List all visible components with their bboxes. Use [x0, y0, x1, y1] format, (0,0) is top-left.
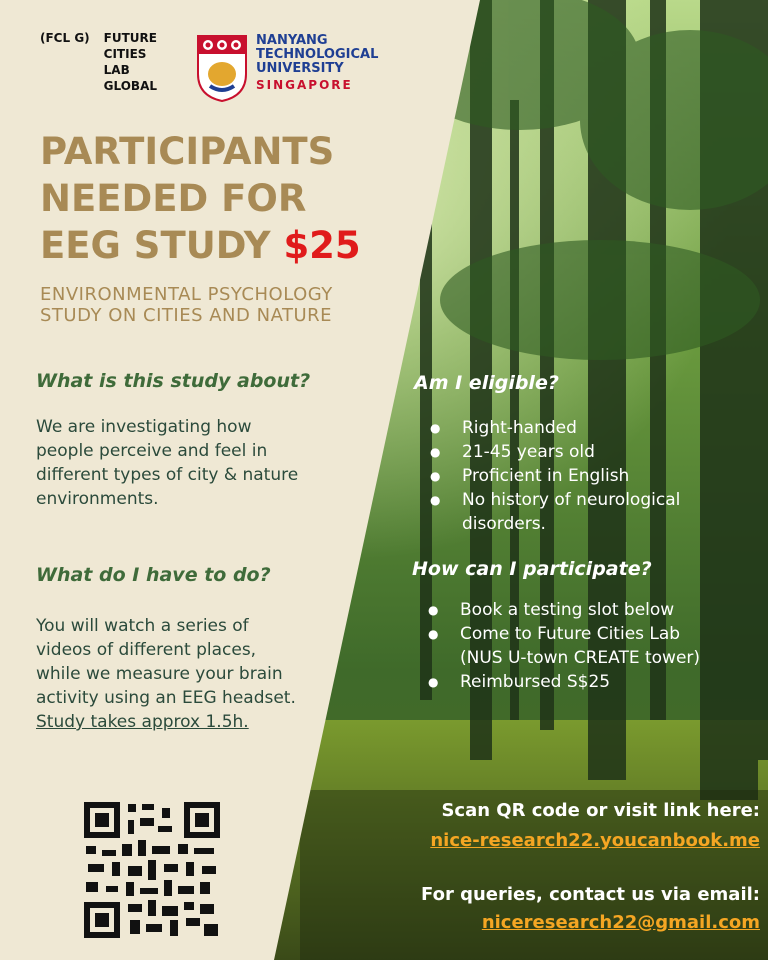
- list-item: Proficient in English: [426, 464, 756, 488]
- todo-heading: What do I have to do?: [36, 564, 271, 586]
- email-link[interactable]: niceresearch22@gmail.com: [482, 912, 760, 933]
- todo-text: You will watch a series of videos of dif…: [36, 614, 366, 734]
- participate-heading: How can I participate?: [412, 558, 652, 580]
- qr-code-icon[interactable]: [82, 800, 222, 940]
- fcl-name: FUTURE CITIES LAB GLOBAL: [103, 31, 158, 93]
- list-item: Come to Future Cities Lab(NUS U-town CRE…: [424, 622, 754, 670]
- list-item: No history of neurologicaldisorders.: [426, 488, 756, 536]
- ntu-logo: NANYANG TECHNOLOGICAL UNIVERSITY SINGAPO…: [196, 34, 378, 102]
- list-item: Book a testing slot below: [424, 598, 754, 622]
- ntu-location: SINGAPORE: [256, 78, 353, 92]
- ntu-crest-icon: [197, 35, 247, 102]
- scan-text: Scan QR code or visit link here:: [441, 800, 760, 821]
- subtitle: ENVIRONMENTAL PSYCHOLOGY STUDY ON CITIES…: [40, 284, 333, 326]
- list-item: Right-handed: [426, 416, 756, 440]
- price-highlight: $25: [283, 224, 361, 267]
- participate-list: Book a testing slot below Come to Future…: [424, 598, 754, 694]
- eligibility-list: Right-handed 21-45 years old Proficient …: [426, 416, 756, 536]
- ntu-name: NANYANG TECHNOLOGICAL UNIVERSITY SINGAPO…: [256, 33, 379, 93]
- eligible-heading: Am I eligible?: [414, 372, 559, 394]
- page-title: PARTICIPANTS NEEDED FOR EEG STUDY $25: [40, 130, 361, 267]
- about-text: We are investigating how people perceive…: [36, 417, 299, 509]
- booking-link[interactable]: nice-research22.youcanbook.me: [430, 830, 760, 851]
- list-item: Reimbursed S$25: [424, 670, 754, 694]
- fcl-abbrev: (FCL G): [40, 31, 90, 45]
- fcl-logo: (FCL G) FUTURE CITIES LAB GLOBAL: [40, 30, 157, 94]
- duration-text: Study takes approx 1.5h.: [36, 712, 249, 732]
- contact-text: For queries, contact us via email:: [421, 884, 760, 905]
- about-heading: What is this study about?: [36, 370, 311, 392]
- list-item: 21-45 years old: [426, 440, 756, 464]
